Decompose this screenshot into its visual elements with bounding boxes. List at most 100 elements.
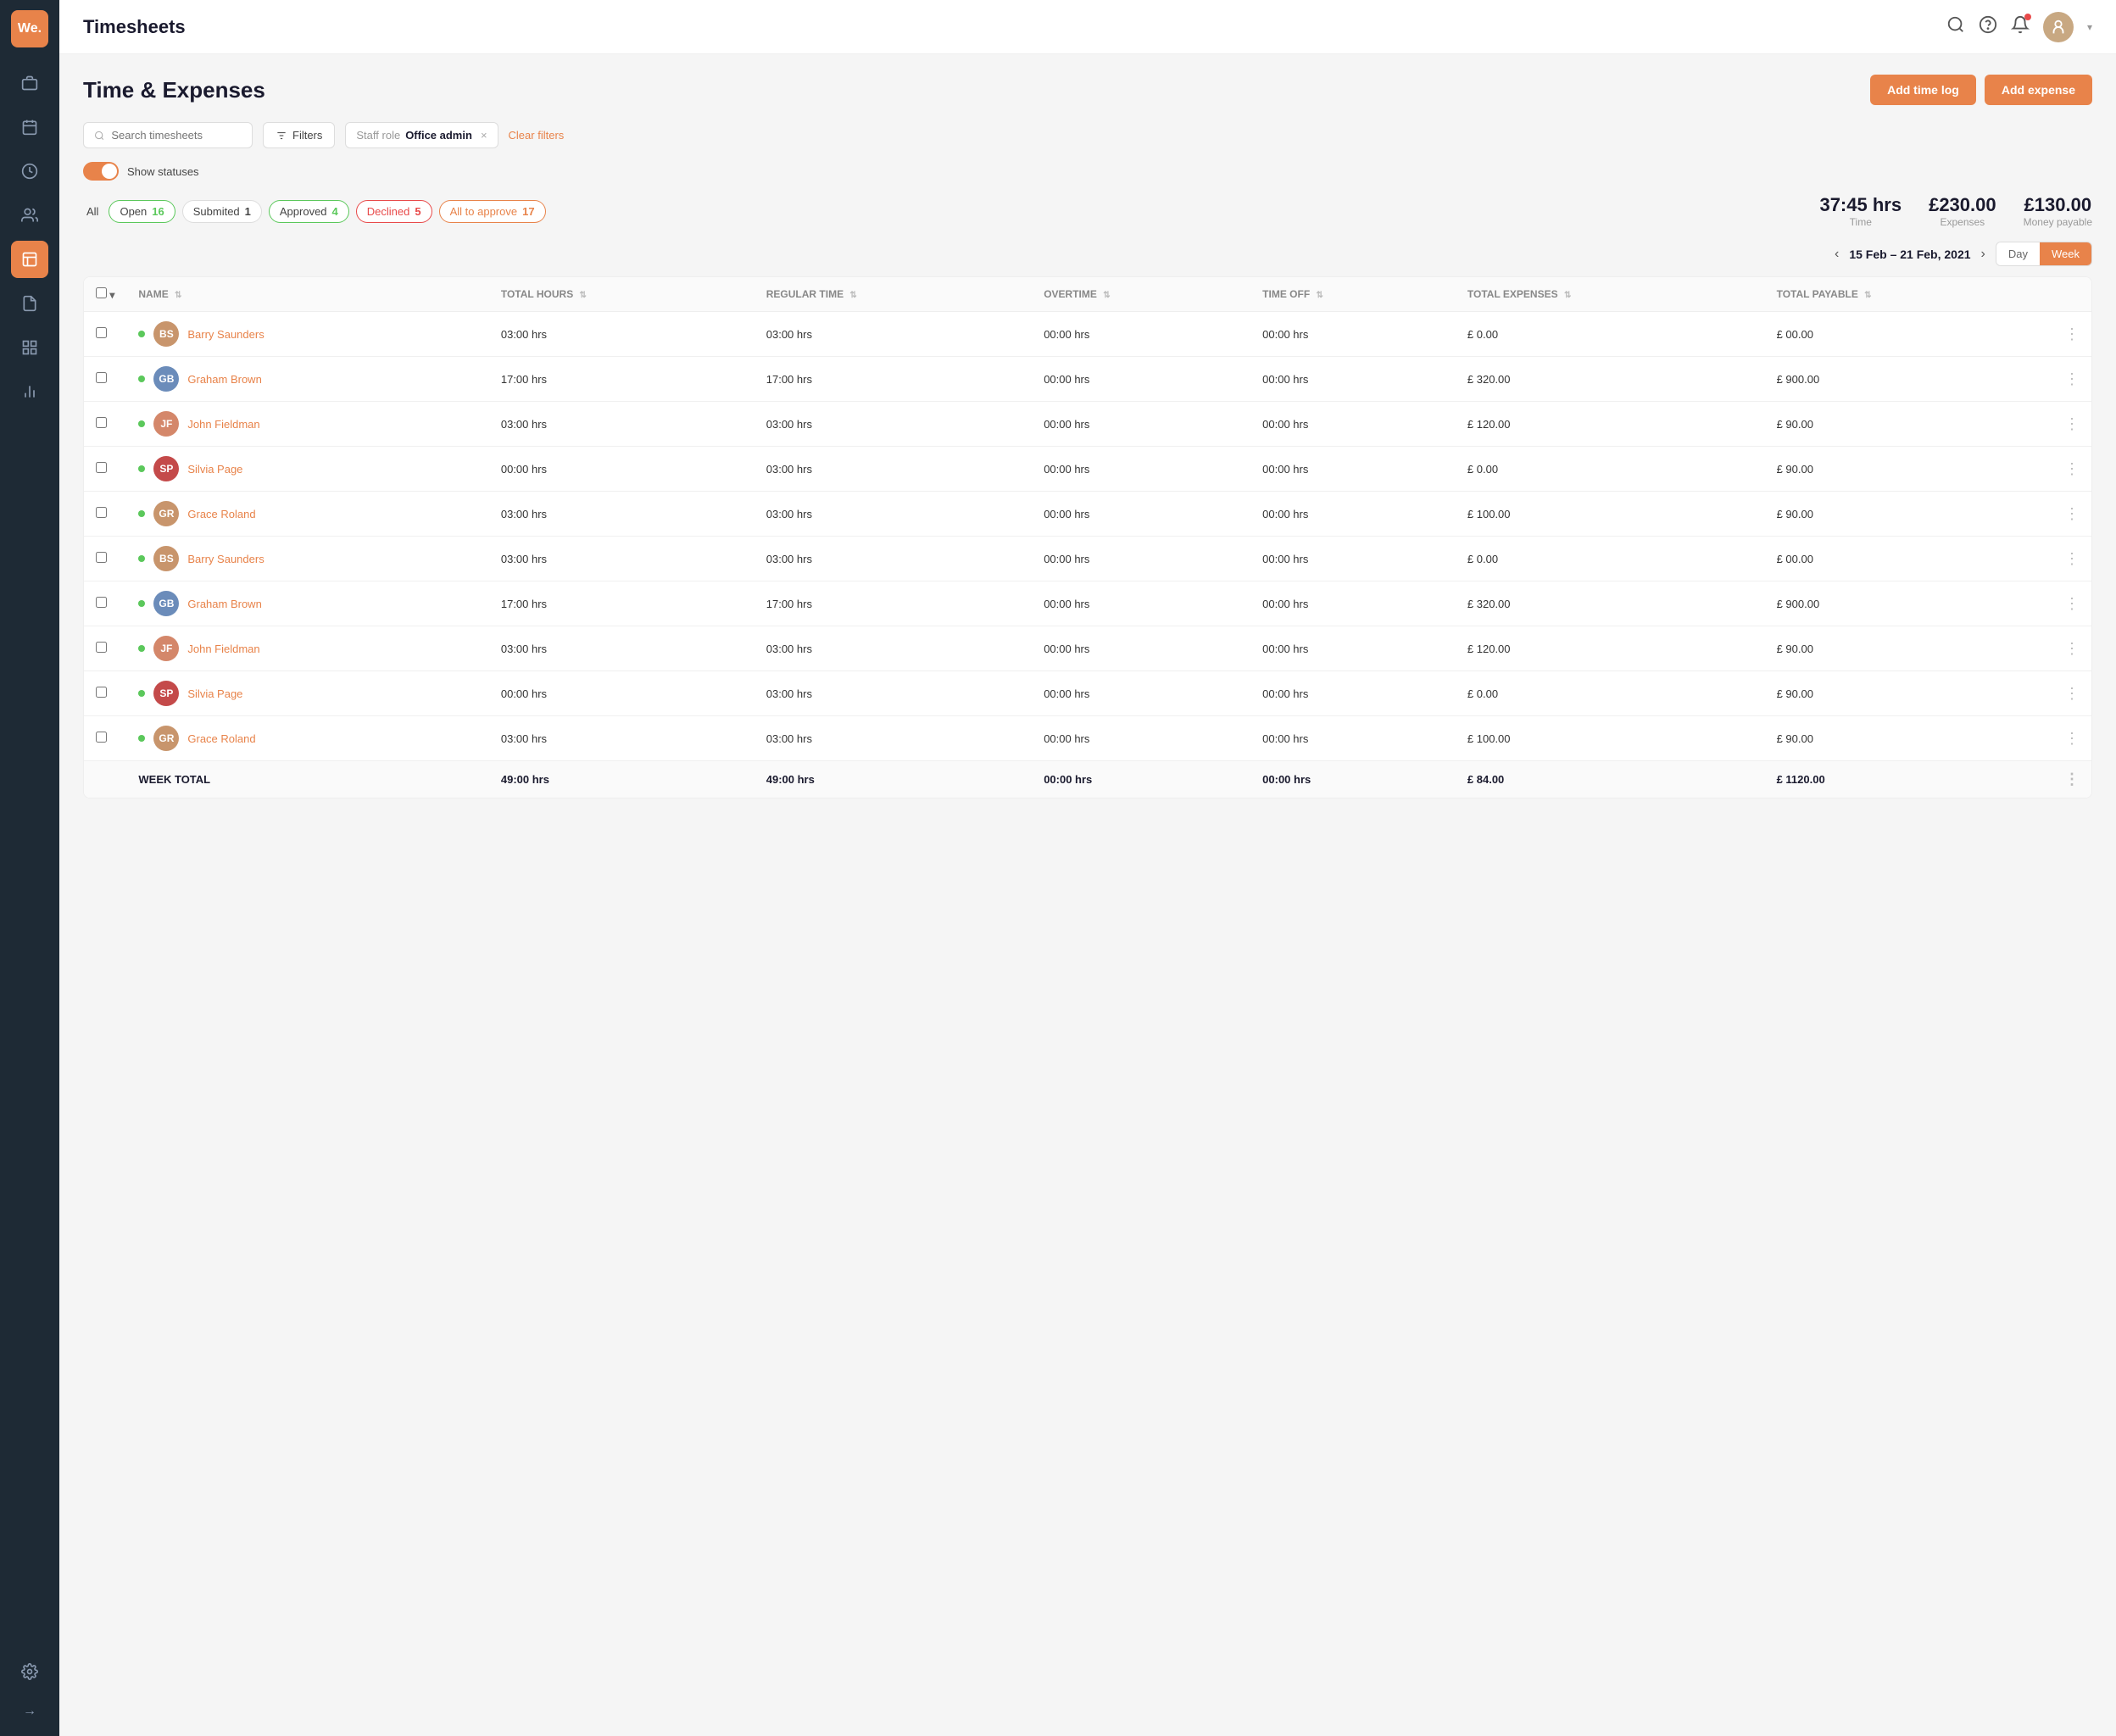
row-regular-time: 03:00 hrs: [755, 312, 1032, 357]
row-total-payable: £ 90.00: [1765, 492, 2052, 537]
row-actions-menu[interactable]: ⋮: [2064, 415, 2080, 432]
status-tabs: All Open 16 Submited 1 Approved 4 Declin…: [83, 200, 546, 223]
sidebar-item-chart[interactable]: [11, 373, 48, 410]
tab-all-approve[interactable]: All to approve 17: [439, 200, 546, 223]
user-name[interactable]: John Fieldman: [187, 643, 259, 655]
user-name[interactable]: Barry Saunders: [187, 328, 264, 341]
page-heading: Timesheets: [83, 16, 186, 38]
row-checkbox[interactable]: [96, 417, 107, 428]
row-checkbox[interactable]: [96, 642, 107, 653]
filter-icon: [276, 130, 287, 142]
search-input-icon: [94, 130, 104, 142]
show-statuses-toggle[interactable]: [83, 162, 119, 181]
row-checkbox[interactable]: [96, 732, 107, 743]
row-checkbox[interactable]: [96, 597, 107, 608]
user-name[interactable]: Graham Brown: [187, 598, 261, 610]
row-actions-menu[interactable]: ⋮: [2064, 505, 2080, 522]
sidebar-item-timesheet[interactable]: [11, 241, 48, 278]
prev-week-button[interactable]: ‹: [1835, 247, 1839, 262]
row-name-cell: JF John Fieldman: [126, 626, 488, 671]
staff-role-close[interactable]: ×: [481, 129, 487, 142]
status-dot: [138, 600, 145, 607]
row-checkbox[interactable]: [96, 327, 107, 338]
sidebar-item-document[interactable]: [11, 285, 48, 322]
sidebar-item-calendar[interactable]: [11, 108, 48, 146]
help-icon[interactable]: [1979, 15, 1997, 39]
user-name[interactable]: Silvia Page: [187, 463, 242, 476]
row-actions-menu[interactable]: ⋮: [2064, 640, 2080, 657]
next-week-button[interactable]: ›: [1981, 247, 1985, 262]
sidebar-item-clock[interactable]: [11, 153, 48, 190]
avatar[interactable]: [2043, 12, 2074, 42]
user-name[interactable]: Grace Roland: [187, 508, 255, 520]
topbar-actions: ▾: [1946, 12, 2092, 42]
status-dot: [138, 690, 145, 697]
tab-all[interactable]: All: [83, 205, 102, 218]
tab-declined[interactable]: Declined 5: [356, 200, 432, 223]
user-avatar: GR: [153, 501, 179, 526]
tab-submitted[interactable]: Submited 1: [182, 200, 262, 223]
row-actions-menu[interactable]: ⋮: [2064, 550, 2080, 567]
row-actions-cell: ⋮: [2052, 312, 2091, 357]
sidebar-item-briefcase[interactable]: [11, 64, 48, 102]
row-checkbox[interactable]: [96, 462, 107, 473]
search-icon[interactable]: [1946, 15, 1965, 39]
user-name[interactable]: John Fieldman: [187, 418, 259, 431]
clear-filters-link[interactable]: Clear filters: [509, 129, 565, 142]
row-time-off: 00:00 hrs: [1250, 447, 1456, 492]
week-total-actions: ⋮: [2052, 761, 2091, 798]
tab-open[interactable]: Open 16: [109, 200, 175, 223]
row-actions-menu[interactable]: ⋮: [2064, 685, 2080, 702]
table-row: JF John Fieldman 03:00 hrs 03:00 hrs 00:…: [84, 626, 2091, 671]
row-total-payable: £ 90.00: [1765, 671, 2052, 716]
avatar-dropdown-icon[interactable]: ▾: [2087, 21, 2092, 33]
app-logo[interactable]: We.: [11, 10, 48, 47]
user-avatar: SP: [153, 681, 179, 706]
row-actions-menu[interactable]: ⋮: [2064, 595, 2080, 612]
user-name[interactable]: Barry Saunders: [187, 553, 264, 565]
row-name-cell: SP Silvia Page: [126, 447, 488, 492]
week-view-button[interactable]: Week: [2040, 242, 2091, 265]
sidebar-item-settings[interactable]: [11, 1653, 48, 1690]
row-checkbox-cell: [84, 492, 126, 537]
user-name[interactable]: Graham Brown: [187, 373, 261, 386]
sidebar-collapse-arrow[interactable]: →: [16, 1697, 43, 1726]
row-checkbox[interactable]: [96, 687, 107, 698]
stat-expenses: £230.00 Expenses: [1929, 194, 1996, 228]
search-input[interactable]: [111, 129, 242, 142]
stat-payable: £130.00 Money payable: [2024, 194, 2092, 228]
user-name[interactable]: Silvia Page: [187, 687, 242, 700]
status-dot: [138, 510, 145, 517]
sidebar-item-table[interactable]: [11, 329, 48, 366]
row-actions-menu[interactable]: ⋮: [2064, 326, 2080, 342]
col-total-hours: TOTAL HOURS ⇅: [489, 277, 755, 312]
col-total-expenses: TOTAL EXPENSES ⇅: [1456, 277, 1765, 312]
row-actions-menu[interactable]: ⋮: [2064, 460, 2080, 477]
add-time-log-button[interactable]: Add time log: [1870, 75, 1976, 105]
row-regular-time: 03:00 hrs: [755, 537, 1032, 581]
row-checkbox[interactable]: [96, 552, 107, 563]
row-checkbox[interactable]: [96, 507, 107, 518]
tab-approved[interactable]: Approved 4: [269, 200, 349, 223]
user-name[interactable]: Grace Roland: [187, 732, 255, 745]
col-total-payable: TOTAL PAYABLE ⇅: [1765, 277, 2052, 312]
row-actions-cell: ⋮: [2052, 402, 2091, 447]
row-checkbox[interactable]: [96, 372, 107, 383]
add-expense-button[interactable]: Add expense: [1985, 75, 2092, 105]
filters-button[interactable]: Filters: [263, 122, 335, 148]
notification-bell[interactable]: [2011, 15, 2030, 38]
collapse-icon[interactable]: ▾: [109, 289, 114, 301]
stat-expenses-label: Expenses: [1929, 216, 1996, 228]
row-actions-menu[interactable]: ⋮: [2064, 730, 2080, 747]
week-total-menu[interactable]: ⋮: [2064, 771, 2080, 787]
day-view-button[interactable]: Day: [1996, 242, 2040, 265]
row-actions-cell: ⋮: [2052, 626, 2091, 671]
row-total-payable: £ 90.00: [1765, 402, 2052, 447]
table-row: SP Silvia Page 00:00 hrs 03:00 hrs 00:00…: [84, 447, 2091, 492]
row-actions-menu[interactable]: ⋮: [2064, 370, 2080, 387]
stat-time-value: 37:45 hrs: [1819, 194, 1902, 216]
row-time-off: 00:00 hrs: [1250, 312, 1456, 357]
table-row: BS Barry Saunders 03:00 hrs 03:00 hrs 00…: [84, 312, 2091, 357]
sidebar-item-users[interactable]: [11, 197, 48, 234]
select-all-checkbox[interactable]: [96, 287, 107, 298]
